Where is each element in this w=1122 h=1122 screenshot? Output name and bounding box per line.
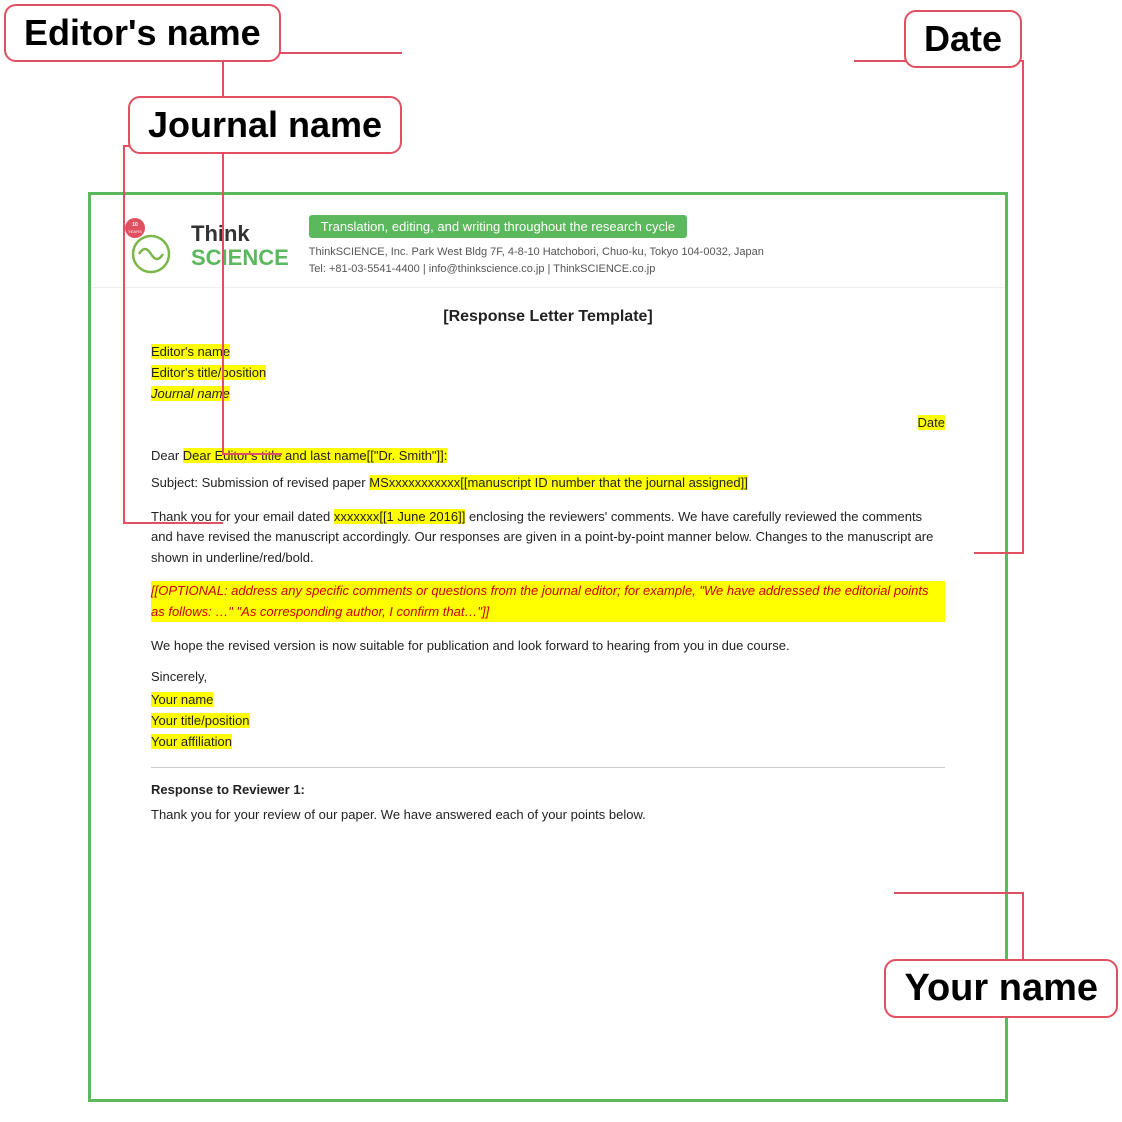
date-label: Date <box>904 10 1022 68</box>
optional-block: [[OPTIONAL: address any specific comment… <box>151 581 945 623</box>
header-right: Translation, editing, and writing throug… <box>289 215 975 277</box>
sig-your-title: Your title/position <box>151 713 945 728</box>
yourname-line-h-top <box>894 892 1024 894</box>
dear-line: Dear Dear Editor's title and last name[[… <box>151 448 945 463</box>
field-journal-name: Journal name <box>151 386 945 401</box>
journal-line-v <box>123 145 125 522</box>
sincerely: Sincerely, <box>151 669 945 684</box>
journal-line-h-bottom <box>123 522 223 524</box>
field-editors-title: Editor's title/position <box>151 365 945 380</box>
sig-your-affiliation: Your affiliation <box>151 734 945 749</box>
doc-body: [Response Letter Template] Editor's name… <box>91 288 1005 858</box>
subject-line: Subject: Submission of revised paper MSx… <box>151 473 945 493</box>
date-line-h-bottom <box>974 552 1024 554</box>
header-contact-line1: ThinkSCIENCE, Inc. Park West Bldg 7F, 4-… <box>309 244 975 261</box>
response-para: Thank you for your review of our paper. … <box>151 805 945 826</box>
doc-header: 10 YEARS Think SCIENCE Translation, edit… <box>91 195 1005 288</box>
header-contact-line2: Tel: +81-03-5541-4400 | info@thinkscienc… <box>309 261 975 278</box>
date-line: Date <box>151 415 945 430</box>
editors-name-line-bottom <box>222 453 282 455</box>
field-editors-name: Editor's name <box>151 344 945 359</box>
header-tagline: Translation, editing, and writing throug… <box>309 215 687 238</box>
para2: We hope the revised version is now suita… <box>151 636 945 657</box>
thinkscience-logo: 10 YEARS <box>121 216 181 276</box>
logo-text: Think SCIENCE <box>191 222 289 270</box>
document-container: 10 YEARS Think SCIENCE Translation, edit… <box>88 192 1008 1102</box>
doc-title: [Response Letter Template] <box>151 308 945 326</box>
sig-your-name: Your name <box>151 692 945 707</box>
journal-name-label: Journal name <box>128 96 402 154</box>
response-title: Response to Reviewer 1: <box>151 782 945 797</box>
date-line-v <box>1022 60 1024 552</box>
para1: Thank you for your email dated xxxxxxx[[… <box>151 507 945 569</box>
svg-text:10: 10 <box>132 222 138 228</box>
editors-name-label: Editor's name <box>4 4 281 62</box>
response-section: Response to Reviewer 1: Thank you for yo… <box>151 767 945 826</box>
svg-text:YEARS: YEARS <box>128 229 142 234</box>
logo-area: 10 YEARS Think SCIENCE <box>121 216 289 276</box>
your-name-label: Your name <box>884 959 1118 1018</box>
signature-section: Your name Your title/position Your affil… <box>151 692 945 749</box>
